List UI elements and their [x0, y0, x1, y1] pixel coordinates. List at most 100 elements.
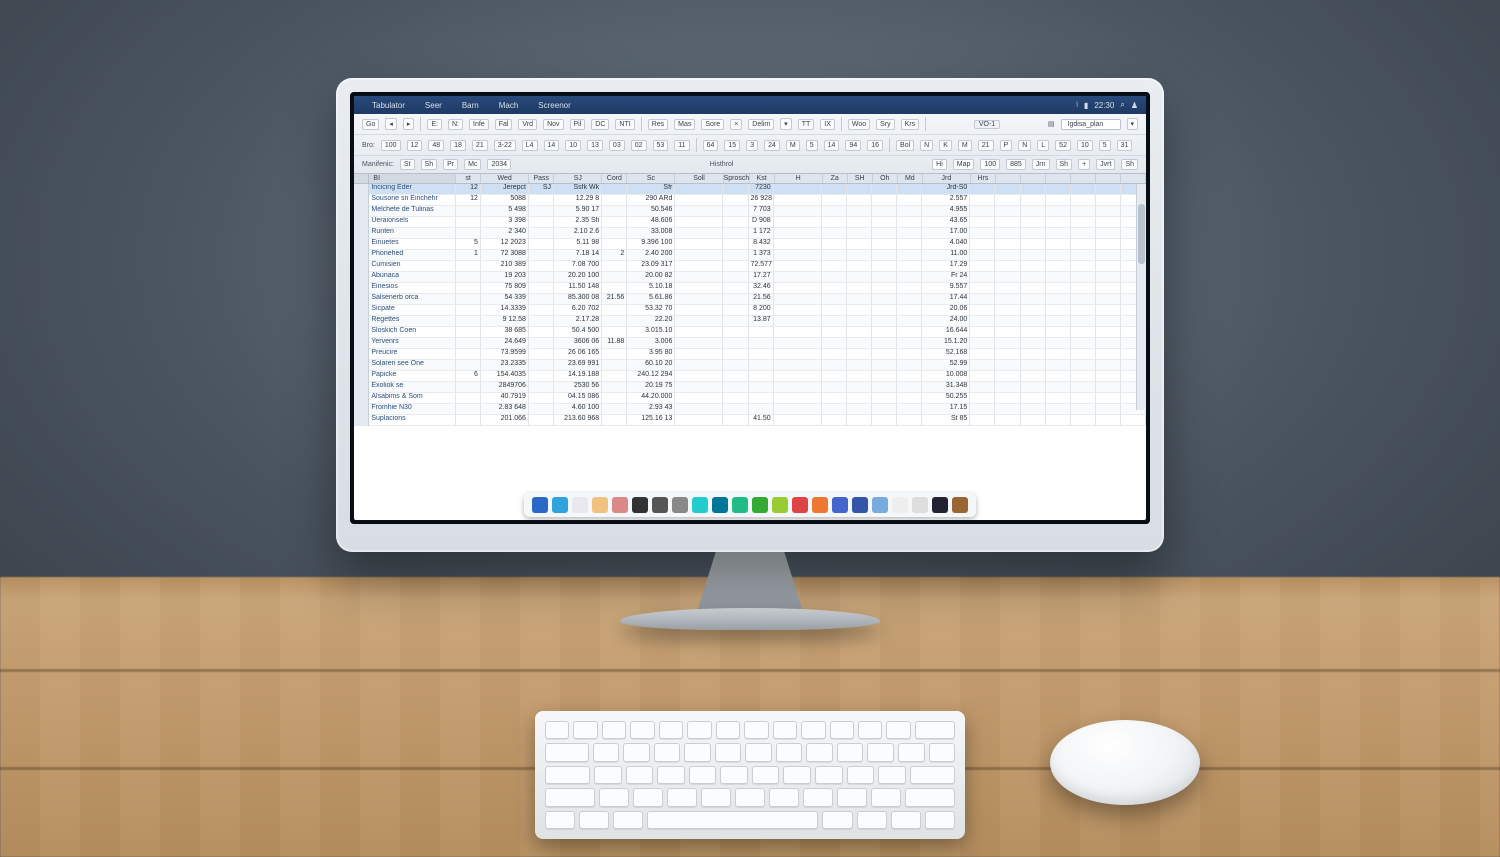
- ribbon-button[interactable]: Map: [953, 159, 975, 170]
- col-header[interactable]: [1121, 174, 1146, 183]
- cell[interactable]: [847, 228, 872, 239]
- menubar-item[interactable]: Barn: [462, 101, 479, 110]
- cell[interactable]: [1046, 349, 1071, 360]
- cell[interactable]: [675, 305, 723, 316]
- cell[interactable]: [749, 382, 774, 393]
- cell[interactable]: 20.20 100: [554, 272, 602, 283]
- cell[interactable]: [995, 195, 1020, 206]
- ribbon-button[interactable]: 10: [1077, 140, 1093, 151]
- ribbon-button[interactable]: IX: [820, 119, 835, 130]
- cell[interactable]: 72 3088: [481, 250, 529, 261]
- cell[interactable]: 12.29 8: [554, 195, 602, 206]
- cell[interactable]: [1046, 228, 1071, 239]
- dock-app-icon[interactable]: [532, 497, 548, 513]
- ribbon-button[interactable]: 100: [381, 140, 401, 151]
- cell[interactable]: 50.546: [627, 206, 675, 217]
- cell[interactable]: [675, 283, 723, 294]
- cell[interactable]: [675, 415, 723, 426]
- col-header-label[interactable]: BI: [369, 174, 456, 183]
- cell[interactable]: [995, 250, 1020, 261]
- row-header[interactable]: [354, 206, 369, 217]
- cell[interactable]: [749, 371, 774, 382]
- cell[interactable]: Jrd-S0: [922, 184, 970, 195]
- cell[interactable]: [675, 250, 723, 261]
- row-header[interactable]: [354, 382, 369, 393]
- cell[interactable]: 13.87: [749, 316, 774, 327]
- cell[interactable]: Sfr: [627, 184, 675, 195]
- cell[interactable]: [1021, 382, 1046, 393]
- ribbon-button[interactable]: 48: [428, 140, 444, 151]
- col-header[interactable]: Soll: [675, 174, 723, 183]
- cell[interactable]: [897, 327, 922, 338]
- cell[interactable]: [847, 239, 872, 250]
- cell[interactable]: [675, 404, 723, 415]
- cell[interactable]: [1096, 382, 1121, 393]
- dock-app-icon[interactable]: [672, 497, 688, 513]
- dock-app-icon[interactable]: [752, 497, 768, 513]
- row-header[interactable]: [354, 250, 369, 261]
- cell[interactable]: [1021, 239, 1046, 250]
- cell[interactable]: [847, 283, 872, 294]
- cell[interactable]: [675, 261, 723, 272]
- row-label[interactable]: Regettes: [369, 316, 455, 327]
- cell[interactable]: [897, 272, 922, 283]
- cell[interactable]: [897, 371, 922, 382]
- cell[interactable]: [995, 338, 1020, 349]
- cell[interactable]: [675, 217, 723, 228]
- cell[interactable]: [1021, 184, 1046, 195]
- dock-app-icon[interactable]: [772, 497, 788, 513]
- cell[interactable]: 43.65: [922, 217, 970, 228]
- row-label[interactable]: Sousone sn Einchehr: [369, 195, 455, 206]
- cell[interactable]: 2.557: [922, 195, 970, 206]
- cell[interactable]: [847, 206, 872, 217]
- cell[interactable]: [822, 415, 847, 426]
- cell[interactable]: [774, 404, 822, 415]
- cell[interactable]: 17.27: [749, 272, 774, 283]
- cell[interactable]: [1046, 184, 1071, 195]
- cell[interactable]: 41.50: [749, 415, 774, 426]
- cell[interactable]: 7230: [749, 184, 774, 195]
- row-label[interactable]: Salsenerb orca: [369, 294, 455, 305]
- cell[interactable]: [456, 360, 481, 371]
- dock-app-icon[interactable]: [652, 497, 668, 513]
- cell[interactable]: [723, 404, 748, 415]
- cell[interactable]: [723, 239, 748, 250]
- cell[interactable]: [995, 349, 1020, 360]
- cell[interactable]: [995, 404, 1020, 415]
- cell[interactable]: [897, 349, 922, 360]
- col-header[interactable]: Sc: [627, 174, 675, 183]
- cell[interactable]: [723, 184, 748, 195]
- cell[interactable]: [872, 184, 897, 195]
- cell[interactable]: [1096, 327, 1121, 338]
- cell[interactable]: [1096, 272, 1121, 283]
- ribbon-button[interactable]: 94: [845, 140, 861, 151]
- spotlight-icon[interactable]: ⌕: [1120, 100, 1124, 110]
- dock-app-icon[interactable]: [952, 497, 968, 513]
- cell[interactable]: [822, 327, 847, 338]
- col-header[interactable]: [1071, 174, 1096, 183]
- cell[interactable]: [1046, 327, 1071, 338]
- cell[interactable]: 2: [602, 250, 627, 261]
- cell[interactable]: [995, 206, 1020, 217]
- cell[interactable]: [1071, 206, 1096, 217]
- ribbon-button[interactable]: N: [1018, 140, 1031, 151]
- row-header[interactable]: [354, 239, 369, 250]
- cell[interactable]: [1046, 360, 1071, 371]
- cell[interactable]: [970, 228, 995, 239]
- cell[interactable]: [1071, 217, 1096, 228]
- cell[interactable]: [1096, 195, 1121, 206]
- cell[interactable]: [774, 316, 822, 327]
- row-label[interactable]: Sicpate: [369, 305, 455, 316]
- cell[interactable]: [872, 272, 897, 283]
- cell[interactable]: 2 340: [481, 228, 529, 239]
- cell[interactable]: [456, 228, 481, 239]
- cell[interactable]: [897, 261, 922, 272]
- ribbon-button[interactable]: 03: [609, 140, 625, 151]
- cell[interactable]: 17.15: [922, 404, 970, 415]
- cell[interactable]: 24.649: [481, 338, 529, 349]
- cell[interactable]: [822, 305, 847, 316]
- cell[interactable]: [1021, 415, 1046, 426]
- ribbon-button[interactable]: N: [920, 140, 933, 151]
- cell[interactable]: [897, 184, 922, 195]
- cell[interactable]: [872, 228, 897, 239]
